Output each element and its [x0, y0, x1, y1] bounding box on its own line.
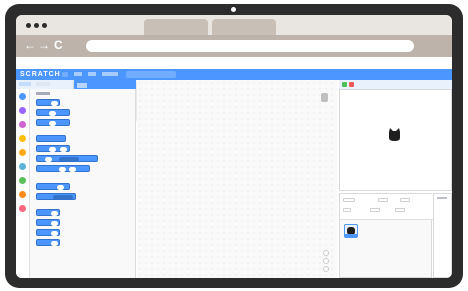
address-bar-row: ← → C: [16, 35, 452, 57]
block-input[interactable]: [45, 157, 52, 162]
code-workspace[interactable]: [137, 80, 337, 278]
camera-icon: [231, 7, 236, 12]
forward-arrow-icon[interactable]: →: [38, 38, 50, 52]
category-sensing[interactable]: [19, 163, 26, 170]
category-motion[interactable]: [19, 93, 26, 100]
motion-block[interactable]: [36, 109, 70, 116]
motion-block[interactable]: [36, 183, 70, 190]
stage-header: [339, 80, 452, 89]
globe-icon[interactable]: [62, 72, 68, 77]
block-dropdown[interactable]: [53, 195, 73, 200]
block-input[interactable]: [49, 111, 56, 116]
block-input[interactable]: [51, 101, 58, 106]
reload-icon[interactable]: C: [54, 38, 63, 52]
category-variables[interactable]: [19, 191, 26, 198]
sprite-pane: [339, 193, 433, 278]
tab-strip: [16, 15, 452, 35]
block-input[interactable]: [57, 185, 64, 190]
block-dropdown[interactable]: [59, 157, 79, 162]
sprite-info: [340, 194, 433, 220]
back-arrow-icon[interactable]: ←: [24, 38, 36, 52]
motion-block[interactable]: [36, 99, 60, 106]
block-input[interactable]: [60, 147, 67, 152]
stage[interactable]: [339, 89, 452, 191]
motion-block[interactable]: [36, 229, 60, 236]
project-title-input[interactable]: [126, 71, 176, 78]
cat-sprite-icon[interactable]: [387, 127, 402, 142]
sprite-name-field[interactable]: [343, 198, 355, 202]
stop-icon[interactable]: [349, 82, 354, 87]
block-input[interactable]: [51, 241, 58, 246]
browser-window: ← → C SCRATCH: [16, 15, 452, 278]
zoom-out-button[interactable]: [323, 258, 329, 264]
window-dot-icon[interactable]: [26, 23, 31, 28]
category-operators[interactable]: [19, 177, 26, 184]
category-looks[interactable]: [19, 107, 26, 114]
block-palette: [30, 89, 136, 278]
motion-block[interactable]: [36, 145, 70, 152]
window-dot-icon[interactable]: [34, 23, 39, 28]
block-input[interactable]: [59, 167, 66, 172]
motion-block[interactable]: [36, 209, 60, 216]
sign-in-bar: [16, 57, 452, 67]
x-field[interactable]: [378, 198, 388, 202]
category-control[interactable]: [19, 149, 26, 156]
block-input[interactable]: [51, 221, 58, 226]
tutorials-menu[interactable]: [102, 72, 118, 76]
window-dot-icon[interactable]: [42, 23, 47, 28]
motion-block[interactable]: [36, 165, 90, 172]
y-field[interactable]: [400, 198, 410, 202]
block-input[interactable]: [49, 147, 56, 152]
palette-heading: [36, 92, 50, 95]
category-sound[interactable]: [19, 121, 26, 128]
url-input[interactable]: [86, 40, 414, 52]
show-toggle[interactable]: [343, 208, 351, 212]
motion-block[interactable]: [36, 119, 70, 126]
direction-field[interactable]: [395, 208, 405, 212]
device-frame: ← → C SCRATCH: [5, 4, 463, 288]
block-input[interactable]: [51, 211, 58, 216]
block-input[interactable]: [49, 121, 56, 126]
sprite-thumbnail-label: [345, 234, 357, 237]
sprite-indicator: [321, 93, 328, 102]
file-menu[interactable]: [74, 72, 82, 76]
category-column: [16, 89, 30, 278]
tab-costumes[interactable]: [36, 82, 50, 86]
browser-tab[interactable]: [144, 19, 208, 35]
motion-block[interactable]: [36, 219, 60, 226]
browser-tab[interactable]: [212, 19, 276, 35]
backdrop-label: [437, 197, 447, 199]
edit-menu[interactable]: [88, 72, 96, 76]
sprite-thumbnail[interactable]: [344, 224, 358, 238]
category-events[interactable]: [19, 135, 26, 142]
category-my-blocks[interactable]: [19, 205, 26, 212]
scratch-editor: SCRATCH: [16, 57, 452, 278]
block-input[interactable]: [51, 231, 58, 236]
scratch-logo[interactable]: SCRATCH: [20, 71, 61, 78]
tab-code[interactable]: [19, 82, 31, 86]
stage-backdrop-pane[interactable]: [433, 193, 452, 278]
motion-block[interactable]: [36, 193, 76, 200]
motion-block[interactable]: [36, 155, 98, 162]
motion-block[interactable]: [36, 135, 66, 142]
green-flag-icon[interactable]: [342, 82, 347, 87]
block-input[interactable]: [69, 167, 76, 172]
dropdown-item[interactable]: [77, 83, 87, 88]
motion-block[interactable]: [36, 239, 60, 246]
zoom-reset-button[interactable]: [323, 266, 329, 272]
size-field[interactable]: [370, 208, 380, 212]
zoom-in-button[interactable]: [323, 250, 329, 256]
menu-bar: SCRATCH: [16, 69, 452, 80]
